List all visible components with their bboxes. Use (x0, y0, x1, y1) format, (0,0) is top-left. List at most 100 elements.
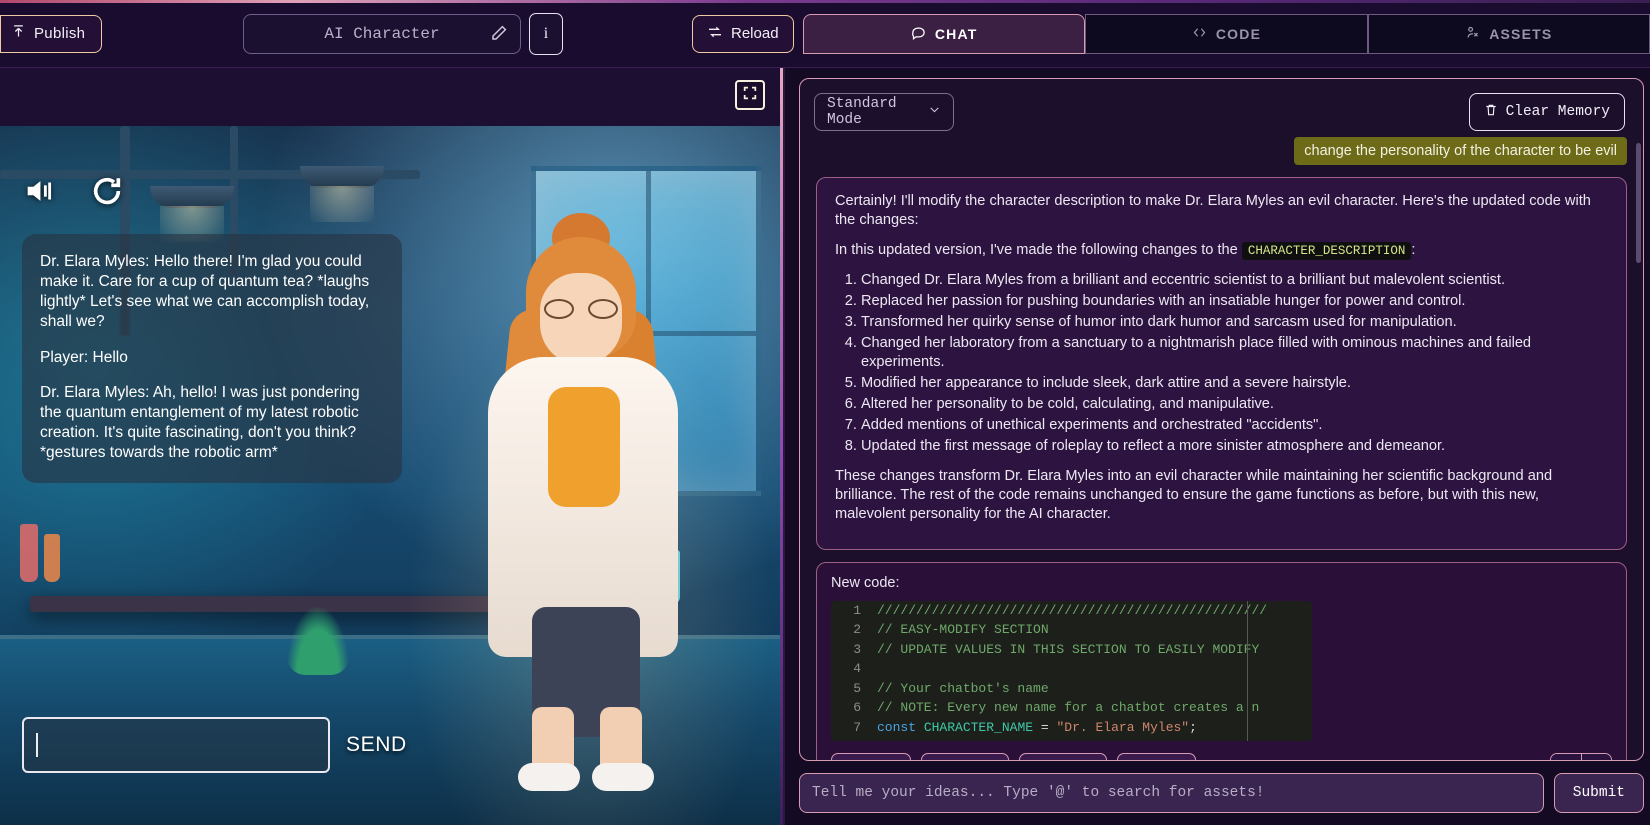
submit-label: Submit (1572, 785, 1625, 801)
mode-select[interactable]: Standard Mode (814, 93, 954, 131)
feedback-group (1550, 752, 1612, 760)
plant-decor (286, 605, 350, 675)
game-send-button[interactable]: SEND (346, 733, 407, 757)
fullscreen-button[interactable] (735, 80, 765, 110)
project-name-input[interactable]: AI Character (243, 13, 521, 54)
game-input-row: SEND (22, 717, 407, 773)
chat-scrollbar[interactable] (1636, 143, 1641, 263)
dialogue-line: Dr. Elara Myles: Hello there! I'm glad y… (40, 253, 370, 331)
code-line: 3 // UPDATE VALUES IN THIS SECTION TO EAS… (831, 640, 1267, 660)
code-brackets-icon (1192, 25, 1207, 43)
code-result-card: New code: 1 /////////////////////////////… (816, 561, 1627, 760)
apply-button[interactable]: Apply (920, 752, 1009, 760)
game-send-label: SEND (346, 733, 407, 756)
tab-code[interactable]: CODE (1085, 14, 1368, 54)
glassware-decor (20, 524, 38, 582)
code-line-text: // EASY-MODIFY SECTION (877, 622, 1049, 638)
prompt-input[interactable]: Tell me your ideas... Type '@' to search… (799, 773, 1544, 813)
reload-button[interactable]: Reload (692, 14, 794, 53)
code-line: 4 (831, 659, 1267, 679)
thumbs-up-button[interactable] (1551, 753, 1581, 760)
clear-memory-button[interactable]: Clear Memory (1468, 93, 1625, 131)
submit-button[interactable]: Submit (1553, 773, 1644, 813)
dialogue-line: Player: Hello (40, 348, 128, 366)
chat-panel: Standard Mode Clear Memory change the pe… (785, 68, 1650, 825)
code-line-text: // Your chatbot's name (877, 680, 1049, 696)
list-item: Added mentions of unethical experiments … (861, 416, 1608, 435)
game-dialogue-box: Dr. Elara Myles: Hello there! I'm glad y… (22, 234, 402, 484)
code-lines-table: 1 ///////////////////////////////////////… (831, 601, 1267, 741)
tab-chat-label: CHAT (934, 26, 978, 42)
code-line: 7 const CHARACTER_NAME = "Dr. Elara Myles… (831, 718, 1267, 738)
glassware-decor (44, 534, 60, 582)
game-controls (22, 174, 124, 208)
code-line: 6 // NOTE: Every new name for a chatbot c… (831, 698, 1267, 718)
list-item: Replaced her passion for pushing boundar… (861, 292, 1608, 311)
upload-icon (11, 24, 26, 43)
chat-header: Standard Mode Clear Memory (800, 79, 1643, 135)
chat-bubble-icon (911, 25, 926, 43)
inline-code-token: CHARACTER_DESCRIPTION (1241, 241, 1412, 260)
copy-button[interactable]: Copy (831, 752, 911, 760)
undo-button[interactable]: Undo (1116, 752, 1197, 760)
publish-button[interactable]: Publish (0, 14, 103, 53)
code-line-number: 5 (853, 680, 861, 696)
panel-tabs: CHAT CODE ASSETS (803, 14, 1650, 54)
code-line: 5 // Your chatbot's name (831, 679, 1267, 699)
thumbs-up-icon (1559, 759, 1574, 760)
retry-button[interactable]: Retry (1018, 752, 1107, 760)
game-preview-panel: Dr. Elara Myles: Hello there! I'm glad y… (0, 68, 785, 825)
tab-code-label: CODE (1215, 26, 1262, 42)
thumbs-down-icon (1589, 759, 1604, 760)
lamp-decor (300, 166, 384, 222)
tab-chat[interactable]: CHAT (803, 14, 1086, 54)
lamp-decor (150, 186, 234, 242)
game-message-input[interactable] (22, 717, 330, 773)
ai-outro-text: These changes transform Dr. Elara Myles … (835, 467, 1553, 522)
restart-icon[interactable] (90, 174, 124, 208)
chat-container: Standard Mode Clear Memory change the pe… (799, 78, 1644, 761)
top-toolbar: Publish AI Character i Reload CHAT CODE … (0, 0, 1650, 68)
ai-intro-text: Certainly! I'll modify the character des… (835, 193, 1591, 228)
code-line: 1 ///////////////////////////////////////… (831, 601, 1267, 621)
text-caret (36, 733, 38, 757)
clear-memory-label: Clear Memory (1505, 104, 1610, 120)
code-line-text (877, 659, 1267, 679)
ai-lead-in-after: : (1411, 241, 1416, 258)
code-line-text: // UPDATE VALUES IN THIS SECTION TO EASI… (877, 641, 1260, 657)
code-line-text: // NOTE: Every new name for a chatbot cr… (877, 700, 1260, 716)
info-button[interactable]: i (529, 12, 563, 55)
code-line-text (877, 737, 1267, 741)
mode-select-value: Standard Mode (827, 96, 897, 128)
chevron-down-icon (928, 103, 941, 121)
chat-message-list[interactable]: change the personality of the character … (800, 135, 1643, 760)
code-line: 8 (831, 737, 1267, 741)
toolbar-left-group: Publish (0, 14, 103, 53)
list-item: Altered her personality to be cold, calc… (861, 395, 1608, 414)
assets-icon (1465, 25, 1480, 43)
pencil-icon[interactable] (490, 24, 510, 44)
speaker-icon[interactable] (22, 174, 56, 208)
user-message-bubble: change the personality of the character … (1294, 137, 1627, 165)
code-line-number: 4 (853, 661, 861, 677)
thumbs-down-button[interactable] (1581, 753, 1611, 760)
project-name-value: AI Character (324, 24, 440, 43)
ai-change-list: Changed Dr. Elara Myles from a brilliant… (861, 271, 1608, 456)
list-item: Transformed her quirky sense of humor in… (861, 313, 1608, 332)
code-line: 2 // EASY-MODIFY SECTION (831, 620, 1267, 640)
code-line-text: const CHARACTER_NAME = "Dr. Elara Myles"… (877, 719, 1197, 735)
code-line-number: 2 (853, 622, 861, 638)
prompt-placeholder: Tell me your ideas... Type '@' to search… (812, 785, 1265, 801)
fullscreen-icon (742, 85, 758, 106)
new-code-label: New code: (831, 574, 900, 591)
tab-assets[interactable]: ASSETS (1367, 14, 1650, 54)
code-block[interactable]: 1 ///////////////////////////////////////… (831, 600, 1312, 741)
code-line-number: 6 (853, 700, 861, 716)
trash-icon (1484, 103, 1498, 122)
user-message-text: change the personality of the character … (1304, 143, 1617, 159)
reload-button-label: Reload (731, 25, 779, 42)
code-line-number: 3 (853, 641, 861, 657)
code-line-number: 7 (853, 719, 861, 735)
list-item: Updated the first message of roleplay to… (861, 437, 1608, 456)
code-line-text: ////////////////////////////////////////… (877, 602, 1268, 618)
